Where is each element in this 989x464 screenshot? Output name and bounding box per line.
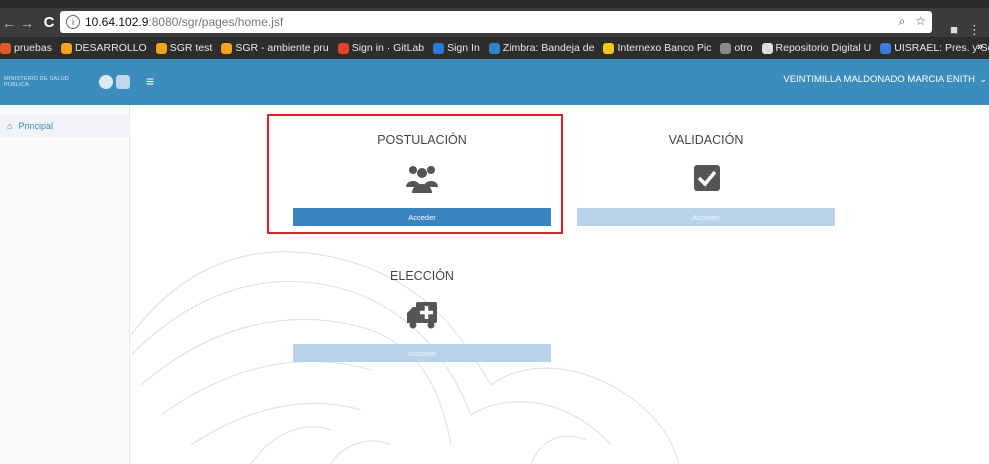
- bookmark-label: UISRAEL: Pres. y Se: [894, 42, 989, 54]
- bookmark-label: Zimbra: Bandeja de: [502, 42, 595, 54]
- ambulance-icon: [407, 302, 437, 329]
- bookmark-item[interactable]: otro: [720, 42, 753, 54]
- bookmark-label: Internexo Banco Pic: [617, 42, 712, 54]
- zoom-icon[interactable]: ⌕: [899, 14, 906, 29]
- checkbox-icon: [694, 165, 720, 191]
- sidebar-item-label: Principal: [18, 121, 53, 131]
- bookmark-icon: [221, 42, 233, 54]
- chevron-down-icon[interactable]: ⌄: [979, 74, 987, 85]
- bookmark-item[interactable]: Sign In: [433, 42, 480, 54]
- extension-icon[interactable]: ■: [950, 22, 958, 38]
- bookmark-label: DESARROLLO: [74, 42, 147, 54]
- bookmark-icon: [60, 42, 72, 54]
- browser-menu-icon[interactable]: ⋮: [968, 22, 981, 38]
- card-title: ELECCIÓN: [390, 269, 454, 283]
- bookmark-item[interactable]: Zimbra: Bandeja de: [488, 42, 595, 54]
- bookmark-icon: [0, 42, 11, 54]
- sidebar-item-principal[interactable]: ⌂ Principal: [0, 115, 129, 137]
- card-postulacion: POSTULACIÓN Acceder: [292, 133, 552, 226]
- bookmark-item[interactable]: Internexo Banco Pic: [603, 42, 711, 54]
- bookmark-item[interactable]: UISRAEL: Pres. y Se: [880, 42, 989, 54]
- bookmark-icon: [337, 42, 349, 54]
- bookmark-icon: [603, 42, 615, 54]
- main-content: POSTULACIÓN Acceder VALIDACIÓN Acceder E…: [131, 105, 989, 464]
- home-icon: ⌂: [7, 121, 13, 131]
- bookmark-item[interactable]: pruebas: [0, 42, 52, 54]
- watermark-emblem: [131, 251, 680, 464]
- address-bar[interactable]: i 10.64.102.9 :8080/sgr/pages/home.jsf ⌕…: [60, 11, 932, 33]
- browser-tab-strip: [0, 0, 989, 8]
- users-icon: [406, 166, 438, 193]
- star-icon[interactable]: ☆: [915, 14, 926, 29]
- bookmark-label: otro: [734, 42, 753, 54]
- info-icon[interactable]: i: [66, 15, 80, 29]
- bookmark-item[interactable]: DESARROLLO: [60, 42, 147, 54]
- card-title: POSTULACIÓN: [377, 133, 467, 147]
- validacion-acceder-button[interactable]: Acceder: [577, 208, 835, 226]
- bookmark-item[interactable]: SGR - ambiente pru: [221, 42, 329, 54]
- bookmark-label: Sign in · GitLab: [351, 42, 425, 54]
- user-menu[interactable]: VEINTIMILLA MALDONADO MARCIA ENITH: [783, 74, 975, 85]
- bookmark-label: SGR test: [169, 42, 213, 54]
- card-title: VALIDACIÓN: [668, 133, 744, 147]
- bookmark-icon: [880, 42, 892, 54]
- bookmark-label: pruebas: [14, 42, 52, 54]
- seal-icon: [99, 75, 114, 89]
- bookmark-icon: [720, 42, 732, 54]
- card-validacion: VALIDACIÓN Acceder: [576, 133, 836, 226]
- bookmark-label: Sign In: [447, 42, 480, 54]
- bookmark-item[interactable]: Repositorio Digital U: [761, 42, 872, 54]
- eleccion-acceder-button[interactable]: Acceder: [293, 344, 551, 362]
- bookmarks-overflow-icon[interactable]: »: [977, 41, 983, 53]
- app-header: MINISTERIO DE SALUD PÚBLICA ≡ VEINTIMILL…: [0, 59, 989, 105]
- browser-toolbar: ← → C i 10.64.102.9 :8080/sgr/pages/home…: [0, 8, 989, 37]
- bookmark-icon: [761, 42, 773, 54]
- url-host: 10.64.102.9: [85, 15, 149, 29]
- url-path: :8080/sgr/pages/home.jsf: [148, 15, 284, 29]
- forward-icon[interactable]: →: [18, 15, 36, 31]
- bookmark-icon: [433, 42, 445, 54]
- bookmark-item[interactable]: SGR test: [155, 42, 213, 54]
- bookmark-icon: [155, 42, 167, 54]
- postulacion-acceder-button[interactable]: Acceder: [293, 208, 551, 226]
- ministry-logo[interactable]: MINISTERIO DE SALUD PÚBLICA: [0, 59, 130, 105]
- bookmark-icon: [488, 42, 500, 54]
- bookmark-item[interactable]: Sign in · GitLab: [337, 42, 425, 54]
- hamburger-icon[interactable]: ≡: [146, 73, 154, 89]
- sidebar: ⌂ Principal: [0, 105, 130, 464]
- bookmarks-bar: pruebas DESARROLLO SGR test SGR - ambiente …: [0, 37, 989, 59]
- back-icon[interactable]: ←: [0, 15, 18, 31]
- logo-text: MINISTERIO DE SALUD PÚBLICA: [4, 76, 69, 88]
- bookmark-label: SGR - ambiente pru: [235, 42, 329, 54]
- card-eleccion: ELECCIÓN Acceder: [292, 269, 552, 362]
- reload-icon[interactable]: C: [40, 14, 58, 31]
- bookmark-label: Repositorio Digital U: [775, 42, 872, 54]
- emblem-icon: [116, 75, 130, 89]
